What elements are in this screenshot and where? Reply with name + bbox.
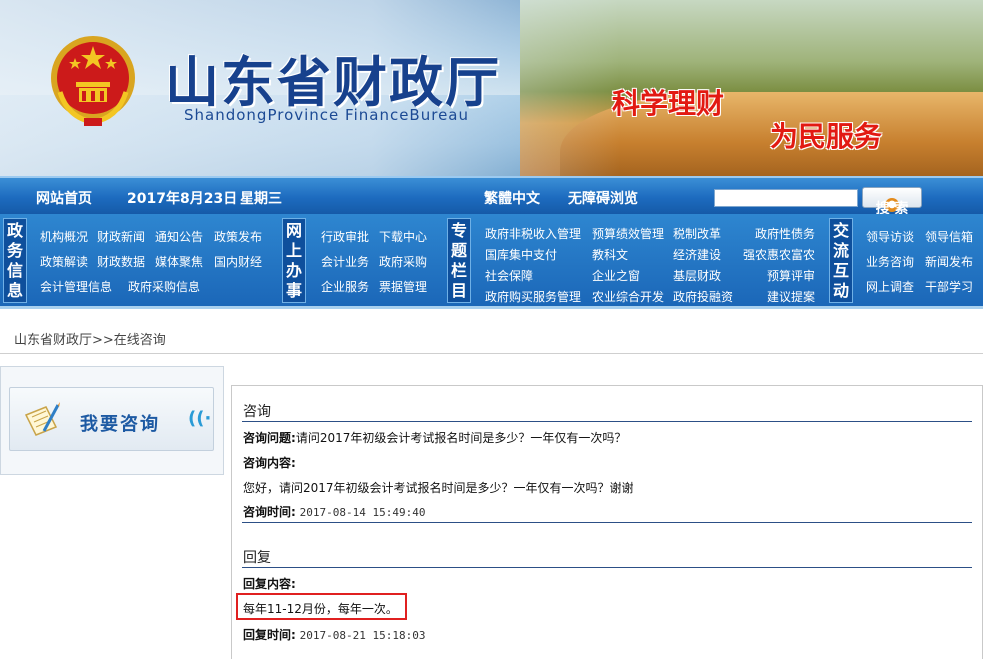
reply-time-label: 回复时间:	[243, 628, 296, 642]
nav-link[interactable]: 教科文	[592, 246, 628, 263]
nav-link[interactable]: 强农惠农富农	[743, 246, 815, 263]
nav-link[interactable]: 政策发布	[214, 228, 262, 245]
date-text: 2017年8月23日	[127, 191, 238, 207]
ask-consult-button[interactable]: 我要咨询 ((·	[9, 387, 214, 451]
reply-section-title: 回复	[243, 550, 271, 566]
consult-time-label: 咨询时间:	[243, 505, 296, 519]
consult-question-label: 咨询问题:	[243, 431, 296, 445]
nav-link[interactable]: 政府购买服务管理	[485, 288, 581, 305]
nav-link[interactable]: 税制改革	[673, 225, 721, 242]
nav-link[interactable]: 财政新闻	[97, 228, 145, 245]
nav-link[interactable]: 领导访谈	[866, 228, 914, 245]
breadcrumb-text[interactable]: 山东省财政厅>>在线咨询	[14, 329, 166, 348]
nav-link[interactable]: 企业服务	[321, 278, 369, 295]
consult-content-label: 咨询内容:	[243, 456, 296, 470]
nav-link[interactable]: 经济建设	[673, 246, 721, 263]
nav-link[interactable]: 媒体聚焦	[155, 253, 203, 270]
consult-time-row: 咨询时间: 2017-08-14 15:49:40	[243, 503, 425, 520]
reply-time-value: 2017-08-21 15:18:03	[299, 629, 426, 642]
nav-link[interactable]: 预算评审	[767, 267, 815, 284]
nav-link[interactable]: 建议提案	[767, 288, 815, 305]
divider	[242, 567, 972, 568]
nav-link[interactable]: 新闻发布	[925, 253, 973, 270]
main-nav: 政务信息 机构概况 财政新闻 通知公告 政策发布 政策解读 财政数据 媒体聚焦 …	[0, 214, 983, 309]
search-input[interactable]	[714, 189, 858, 207]
consult-question-row: 咨询问题:请问2017年初级会计考试报名时间是多少？一年仅有一次吗？	[243, 429, 626, 446]
search-button[interactable]: ● 搜 索	[862, 187, 922, 217]
nav-link[interactable]: 会计业务	[321, 253, 369, 270]
nav-link[interactable]: 国库集中支付	[485, 246, 557, 263]
slogan-2: 为民服务	[770, 120, 883, 153]
nav-link[interactable]: 社会保障	[485, 267, 533, 284]
header-banner: 山东省财政厅 ShandongProvince FinanceBureau 科学…	[0, 0, 983, 176]
nav-link[interactable]: 农业综合开发	[592, 288, 664, 305]
nav-link[interactable]: 领导信箱	[925, 228, 973, 245]
nav-group-label-gov-info: 政务信息	[3, 218, 27, 303]
consult-detail: 咨询 咨询问题:请问2017年初级会计考试报名时间是多少？一年仅有一次吗？ 咨询…	[231, 385, 983, 659]
weekday-text: 星期三	[240, 191, 282, 207]
ask-consult-label: 我要咨询	[80, 414, 160, 435]
nav-link[interactable]: 票据管理	[379, 278, 427, 295]
nav-link[interactable]: 预算绩效管理	[592, 225, 664, 242]
nav-group-label-special-topics: 专题栏目	[447, 218, 471, 303]
nav-link[interactable]: 财政数据	[97, 253, 145, 270]
nav-link[interactable]: 企业之窗	[592, 267, 640, 284]
nav-link[interactable]: 业务咨询	[866, 253, 914, 270]
divider	[242, 421, 972, 422]
consult-content-label-row: 咨询内容:	[243, 454, 296, 471]
consult-content-text: 您好，请问2017年初级会计考试报名时间是多少？一年仅有一次吗？谢谢	[243, 481, 634, 495]
nav-link[interactable]: 政策解读	[40, 253, 88, 270]
nav-link[interactable]: 政府性债务	[755, 225, 815, 242]
breadcrumb: 山东省财政厅>>在线咨询	[0, 318, 983, 354]
nav-link[interactable]: 机构概况	[40, 228, 88, 245]
home-link[interactable]: 网站首页	[36, 188, 92, 208]
nav-link[interactable]: 干部学习	[925, 278, 973, 295]
signal-wave-icon: ((·	[188, 408, 212, 429]
slogan-1: 科学理财	[612, 87, 725, 120]
traditional-chinese-link[interactable]: 繁體中文	[484, 188, 540, 208]
reply-content-text: 每年11-12月份，每年一次。	[243, 602, 398, 616]
national-emblem-icon	[51, 36, 135, 126]
nav-group-label-online-service: 网上办事	[282, 218, 306, 303]
nav-link[interactable]: 下载中心	[379, 228, 427, 245]
divider	[242, 522, 972, 523]
consult-question-text: 请问2017年初级会计考试报名时间是多少？一年仅有一次吗？	[295, 431, 627, 445]
nav-link[interactable]: 通知公告	[155, 228, 203, 245]
nav-group-label-interaction: 交流互动	[829, 218, 853, 303]
nav-link[interactable]: 会计管理信息	[40, 278, 112, 295]
nav-link[interactable]: 基层财政	[673, 267, 721, 284]
consult-time-value: 2017-08-14 15:49:40	[299, 506, 426, 519]
reply-content-label-row: 回复内容:	[243, 575, 296, 592]
reply-time-row: 回复时间: 2017-08-21 15:18:03	[243, 626, 425, 643]
site-subtitle: ShandongProvince FinanceBureau	[184, 106, 469, 124]
consult-section-title: 咨询	[243, 404, 271, 420]
nav-link[interactable]: 政府采购	[379, 253, 427, 270]
reply-content-label: 回复内容:	[243, 577, 296, 591]
left-panel: 我要咨询 ((·	[0, 366, 224, 475]
document-pencil-icon	[24, 402, 60, 436]
nav-link[interactable]: 政府投融资	[673, 288, 733, 305]
nav-link[interactable]: 政府非税收入管理	[485, 225, 581, 242]
nav-link[interactable]: 政府采购信息	[128, 278, 200, 295]
nav-link[interactable]: 网上调查	[866, 278, 914, 295]
nav-link[interactable]: 国内财经	[214, 253, 262, 270]
accessible-browse-link[interactable]: 无障碍浏览	[568, 188, 638, 208]
nav-link[interactable]: 行政审批	[321, 228, 369, 245]
top-bar: 网站首页 2017年8月23日 星期三 繁體中文 无障碍浏览 ● 搜 索	[0, 176, 983, 217]
